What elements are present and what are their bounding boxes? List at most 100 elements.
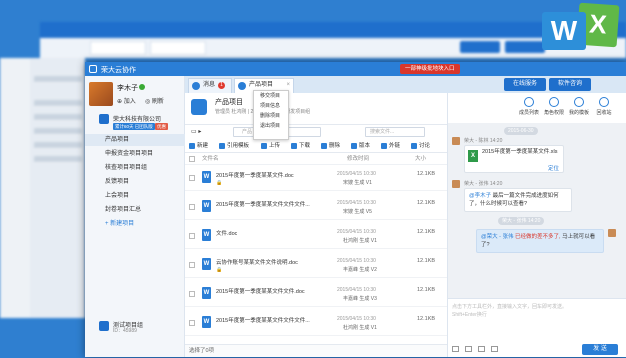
trash-button[interactable]: 回收站 [593,97,615,116]
nav-item[interactable]: 封卷项目汇总 [85,204,185,216]
trash-icon [599,97,609,107]
nav-item[interactable]: 产品项目 [85,134,185,146]
user-name: 李木子 [117,85,138,92]
col-date[interactable]: 修改时间 [347,154,369,165]
label: 版本 [359,143,371,149]
row-checkbox[interactable] [189,320,195,326]
file-name[interactable]: 文件.doc [216,229,237,237]
avatar [452,180,460,188]
row-checkbox[interactable] [189,262,195,268]
screenshot-icon[interactable] [478,346,485,352]
file-name[interactable]: 2015年度第一季度某某文件文件文件... [216,200,310,208]
download-button[interactable]: 下载 [291,141,310,151]
menu-item[interactable]: 退出项目 [254,121,288,131]
author: 丰嘉峰 [343,267,359,273]
add-button[interactable]: ⊕ 加入 [117,96,136,105]
app-window: 荣大云协作 一部神级批地块入口 消息 1 产品项目 × 在线服务 软件咨询 李木子… [85,62,626,357]
version[interactable]: 生成 V2 [359,267,377,273]
discuss-button[interactable]: 讨论 [411,141,430,151]
new-button[interactable]: 新建 [189,141,208,151]
search-input[interactable]: 搜索文件... [365,127,425,137]
nav-item[interactable]: 核查项目项目组 [85,162,185,174]
word-icon: W [542,12,586,50]
col-size[interactable]: 大小 [415,154,426,165]
template-button[interactable]: 引用模板 [219,141,249,151]
locate-link[interactable]: 定位 [548,165,559,173]
add-label: 加入 [123,99,136,105]
message-input[interactable]: 点击下方工具栏外，直接输入文字，回车即可发送。Shift+Enter换行 发 送 [448,298,626,357]
new-icon [189,143,195,149]
menu-item[interactable]: 删除项目 [254,111,288,121]
modified-date: 2015/04/15 10:30 [337,200,376,206]
table-row[interactable]: W 2015年度第一季度某某文件.doc 🔒 2015/04/15 10:30 宋嫂 生… [185,166,447,191]
title-bar: 荣大云协作 一部神级批地块入口 [85,62,626,76]
avatar[interactable] [89,82,113,106]
version[interactable]: 生成 V5 [354,209,372,215]
mention[interactable]: @荣大 - 张伟 [481,234,513,240]
highlight-text: 已经做的差不多了, [515,234,561,240]
nav-item[interactable]: 上会项目 [85,190,185,202]
online-service-button[interactable]: 在线服务 [504,78,546,91]
label: 我的模板 [568,110,589,116]
project-name: 产品项目 [215,99,243,106]
col-name[interactable]: 文件名 [202,154,219,165]
version[interactable]: 生成 V1 [359,325,377,331]
sender-name: 荣大 - 陈林 14:20 [464,138,503,144]
file-message[interactable]: X 2015年度第一季度某某文件.xls 定位 [464,145,564,173]
nav-item[interactable]: 反馈项目 [85,176,185,188]
select-all-checkbox[interactable] [189,156,195,162]
word-file-icon: W [202,287,211,299]
row-checkbox[interactable] [189,204,195,210]
row-checkbox[interactable] [189,175,195,181]
tab-label: 消息 [203,82,216,88]
table-row[interactable]: W 2015年度第一季度某某文件文件文件... 2015/04/15 10:30 宋嫂… [185,195,447,220]
row-checkbox[interactable] [189,233,195,239]
external-link-button[interactable]: 外链 [381,141,400,151]
image-icon[interactable] [452,346,459,352]
tab-messages[interactable]: 消息 1 [188,78,232,93]
app-logo-icon [89,65,97,73]
promo-badge[interactable]: 优惠 [155,123,168,130]
menu-item[interactable]: 移交项目 [254,91,288,101]
upload-button[interactable]: 上传 [261,141,280,151]
file-name[interactable]: 云协作账号某某文件文件说明.doc [216,258,298,266]
notice-button[interactable]: 一部神级批地块入口 [400,64,460,74]
file-name[interactable]: 2015年度第一季度某某文件文件文件... [216,316,310,324]
software-consult-button[interactable]: 软件咨询 [549,78,591,91]
version[interactable]: 生成 V1 [354,180,372,186]
version[interactable]: 生成 V1 [359,238,377,244]
folder-icon[interactable]: ▭ ▸ [191,128,205,136]
author-version: 丰嘉峰 生成 V2 [343,266,377,273]
members-button[interactable]: 成员列表 [518,97,540,116]
row-checkbox[interactable] [189,291,195,297]
nav-item[interactable]: 申报资金项目项目 [85,148,185,160]
menu-item[interactable]: 项目信息 [254,101,288,111]
refresh-button[interactable]: ◎ 刷新 [145,96,164,105]
modified-date: 2015/04/15 10:30 [337,287,376,293]
version[interactable]: 生成 V3 [359,296,377,302]
label: 成员列表 [518,110,539,116]
template-icon [219,143,225,149]
file-name[interactable]: 2015年度第一季度某某文件文件.doc [216,287,305,295]
file-name[interactable]: 2015年度第一季度某某文件.doc [216,171,294,179]
upload-icon [261,143,267,149]
new-project-link[interactable]: + 新建项目 [85,218,185,230]
permissions-button[interactable]: 角色权限 [543,97,565,116]
table-row[interactable]: W 文件.doc 2015/04/15 10:30 杜鸿刚 生成 V1 12.1KB [185,224,447,249]
crop-icon[interactable] [491,346,498,352]
chat-header: 成员列表 角色权限 我的模板 回收站 [448,93,626,123]
emoji-icon[interactable] [465,346,472,352]
table-row[interactable]: W 2015年度第一季度某某文件文件.doc 2015/04/15 10:30 丰嘉峰… [185,282,447,307]
delete-button[interactable]: 删除 [321,141,340,151]
test-org-id: ID：45989 [113,328,137,334]
table-row[interactable]: W 2015年度第一季度某某文件文件文件... 2015/04/15 10:30 杜鸿… [185,311,447,336]
status-bar: 选择了0项 [185,344,447,357]
sender-name: 荣大 - 张伟 14:20 [464,181,503,187]
table-row[interactable]: W 云协作账号某某文件文件说明.doc 🔒 2015/04/15 10:30 丰嘉峰 生… [185,253,447,278]
templates-button[interactable]: 我的模板 [568,97,590,116]
lock-icon: 🔒 [216,180,223,186]
send-button[interactable]: 发 送 [582,344,618,355]
mention[interactable]: @李木子 [469,193,491,199]
version-button[interactable]: 版本 [351,141,370,151]
discuss-icon [411,143,417,149]
